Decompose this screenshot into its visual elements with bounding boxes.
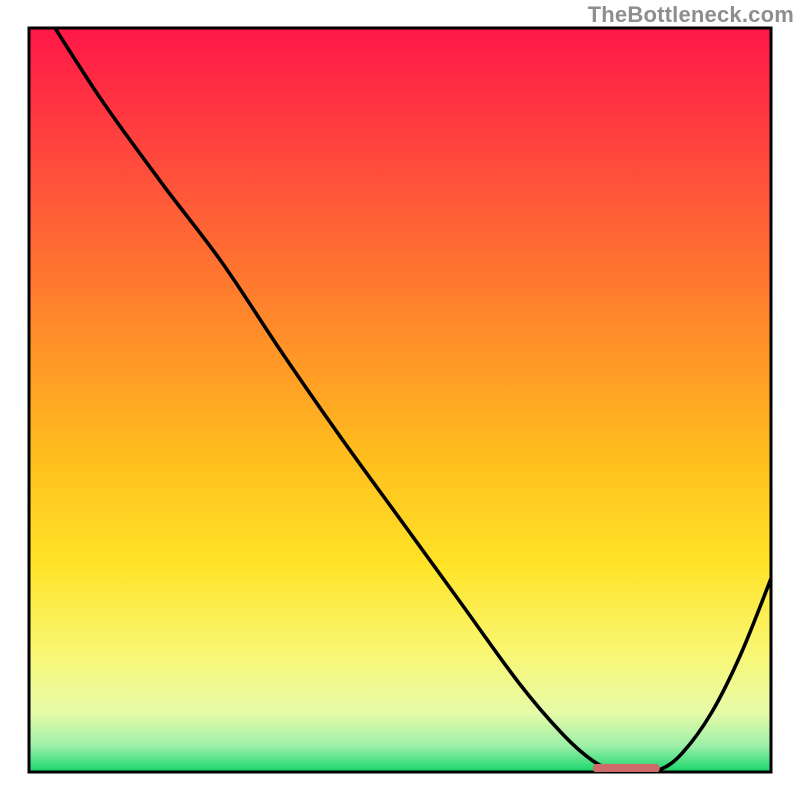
plot-area <box>29 28 771 773</box>
gradient-background <box>29 28 771 772</box>
bottom-marker <box>593 764 660 773</box>
chart-svg <box>0 0 800 800</box>
chart-stage: TheBottleneck.com <box>0 0 800 800</box>
